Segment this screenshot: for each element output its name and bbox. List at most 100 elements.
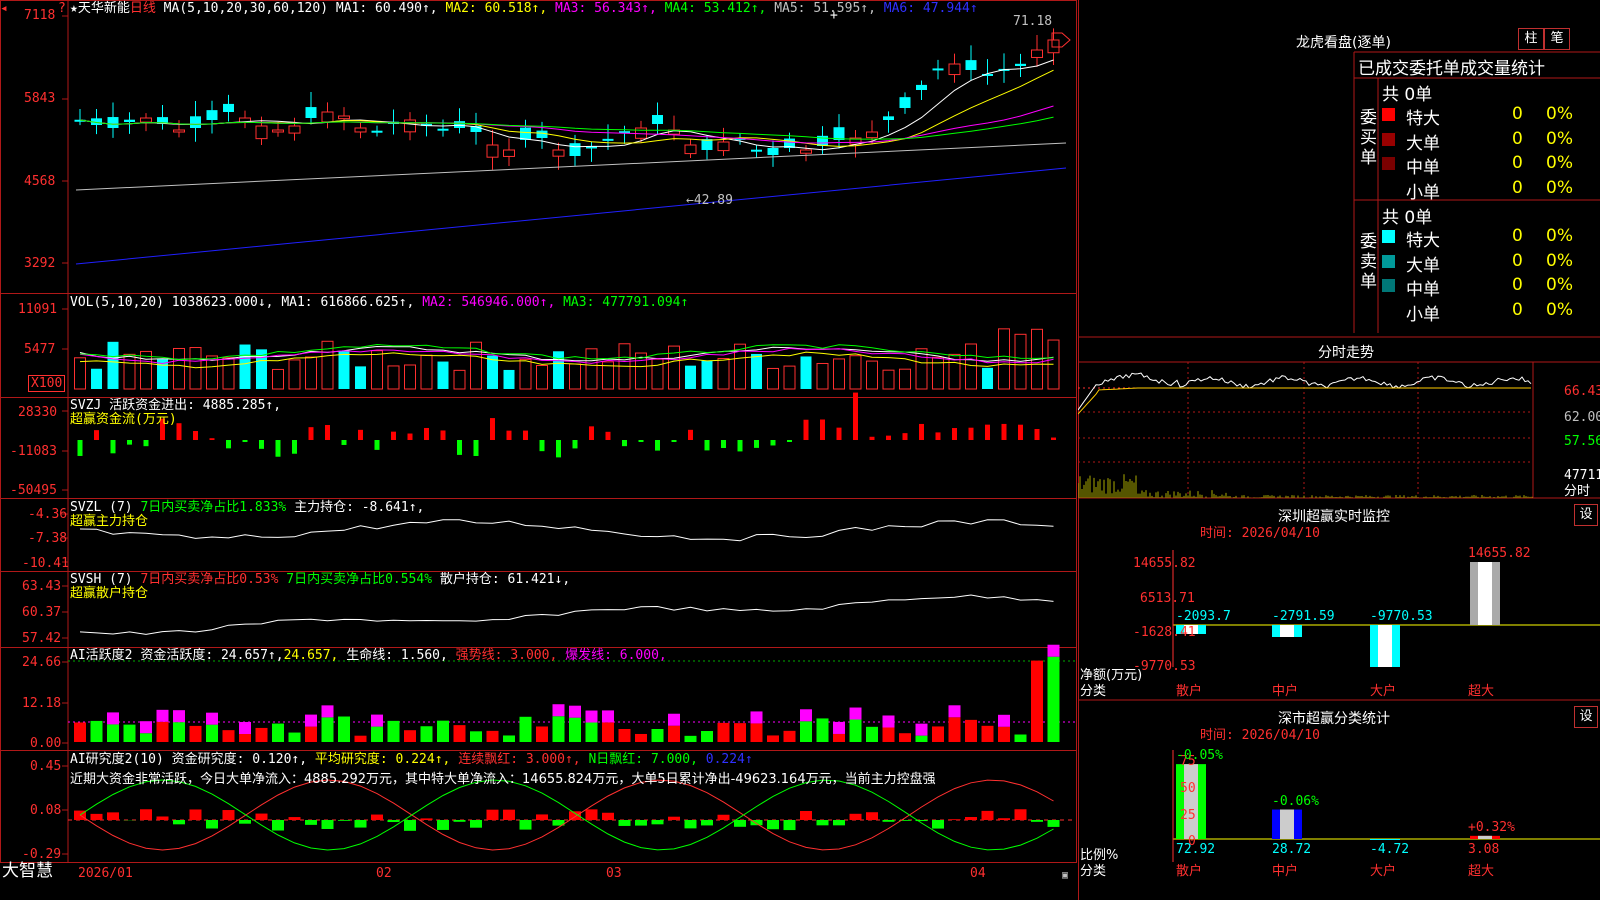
svsh-line: [79, 594, 1054, 635]
sz-settings-button[interactable]: 设: [1574, 504, 1598, 526]
volume-bar: [239, 344, 251, 389]
volume-bar: [882, 369, 895, 390]
svzj-bar: [919, 423, 924, 440]
svzj-bar: [721, 440, 726, 449]
ss-value-label: -4.72: [1370, 842, 1410, 857]
ai1-bar-top: [1047, 644, 1060, 657]
ai2-bar: [618, 820, 631, 826]
y-tick: 7118: [24, 8, 56, 23]
candle-body: [255, 125, 268, 140]
ai1-bar-top: [948, 705, 961, 718]
ai2-bar: [371, 814, 383, 820]
sell-row-count: 0: [1512, 275, 1523, 295]
buy-row-count: 0: [1512, 128, 1523, 149]
ai2-bar: [272, 820, 284, 831]
buy-color-swatch: [1382, 108, 1395, 121]
bar-view-button[interactable]: 柱: [1518, 28, 1544, 50]
ss-settings-button[interactable]: 设: [1574, 706, 1598, 728]
ai1-bar: [173, 722, 185, 742]
ai1-bar: [899, 733, 911, 742]
ma-line: [79, 116, 1054, 140]
svsh-holding: 散户持仓: 61.421↓,: [439, 572, 571, 587]
ai2-bar: [734, 820, 746, 827]
svzj-bar: [209, 438, 215, 440]
candle-body: [173, 129, 185, 133]
ai1-bar: [437, 720, 449, 742]
svzj-bar: [968, 427, 974, 440]
sell-row-count: 0: [1512, 299, 1523, 320]
ai1-bar: [74, 722, 86, 742]
question-icon[interactable]: ?: [58, 1, 66, 16]
ai1-bar-top: [321, 705, 334, 718]
volume-bar: [932, 356, 944, 390]
svzj-bar: [292, 440, 297, 454]
ai1-bar: [932, 726, 944, 742]
candle-body: [652, 115, 663, 124]
fs-vol-tick: 47711: [1564, 468, 1600, 483]
svzj-bar: [787, 440, 792, 442]
ai1-bar: [734, 723, 746, 742]
volume-bar: [387, 365, 400, 390]
sell-total: 共 0单: [1382, 208, 1433, 228]
crosshair-icon: +: [830, 8, 838, 23]
ai1-bar: [503, 735, 515, 742]
sell-color-swatch: [1382, 254, 1395, 268]
ai2-comment: 近期大资金非常活跃，今日大单净流入：4885.292万元，其中特大单净流入：14…: [70, 772, 936, 787]
lock-icon[interactable]: ▣: [1062, 868, 1068, 883]
ss-category-label: 中户: [1272, 864, 1299, 879]
ai1-bar-top: [552, 704, 565, 717]
svzj-bar: [259, 440, 264, 449]
candle-body: [454, 121, 465, 128]
buy-row-label: 中单: [1406, 158, 1440, 178]
svzj-bar: [1018, 424, 1023, 440]
svzj-bar: [638, 440, 644, 442]
svzj-bar: [176, 423, 182, 440]
y-tick: 5843: [24, 91, 56, 106]
y-tick: 0.00: [30, 736, 62, 751]
ai2-bar: [288, 817, 301, 820]
volume-bar: [751, 353, 762, 389]
svzj-bar: [440, 430, 446, 440]
tick-view-button[interactable]: 笔: [1544, 28, 1570, 50]
buy-row-count: 0: [1512, 177, 1523, 198]
ai2-bar: [387, 820, 400, 823]
stock-name[interactable]: ★天华新能: [70, 1, 130, 16]
y-tick: 11091: [18, 302, 58, 317]
volume-bar: [685, 365, 696, 389]
sell-row-pct: 0%: [1546, 299, 1573, 320]
vol-unit-button[interactable]: X100: [28, 375, 66, 392]
scroll-left-icon[interactable]: ◂: [0, 1, 8, 16]
candle-body: [140, 117, 152, 123]
ai2-bar: [684, 820, 697, 829]
ai1-bar: [338, 716, 350, 742]
ai2-bar: [833, 820, 845, 826]
candle-body: [338, 115, 350, 120]
ai1-bar: [90, 720, 103, 742]
ai1-bar: [948, 717, 961, 742]
ai1-bar-top: [849, 707, 862, 720]
ai2-bar: [536, 814, 548, 820]
ma2-value: MA2: 60.518↑,: [445, 1, 548, 16]
ai2-bar: [981, 810, 994, 820]
volume-bar: [915, 348, 928, 390]
candle-body: [552, 149, 565, 157]
candle-body: [866, 131, 878, 139]
volume-bars: [74, 328, 1060, 390]
ai1-bar-top: [800, 709, 812, 722]
period-label[interactable]: 日线: [130, 1, 156, 16]
ai1-bar: [816, 718, 829, 742]
stats-header: 已成交委托单成交量统计: [1358, 59, 1545, 79]
ai-research-bars: [74, 779, 1060, 851]
volume-bar: [866, 360, 878, 390]
y-tick: 0.45: [30, 759, 62, 774]
fs-title: 分时走势: [1318, 345, 1374, 361]
svzj-subtitle: 超赢资金流(万元): [70, 412, 177, 427]
sell-side-label: 委卖单: [1360, 232, 1377, 292]
candle-body: [899, 97, 911, 108]
ai1-bar: [140, 733, 152, 742]
sell-row-pct: 0%: [1546, 275, 1573, 295]
volume-bar: [305, 356, 317, 390]
ai1-bar-top: [998, 714, 1010, 727]
ai2-bar: [239, 820, 251, 824]
ai1-bar-top: [668, 713, 680, 726]
